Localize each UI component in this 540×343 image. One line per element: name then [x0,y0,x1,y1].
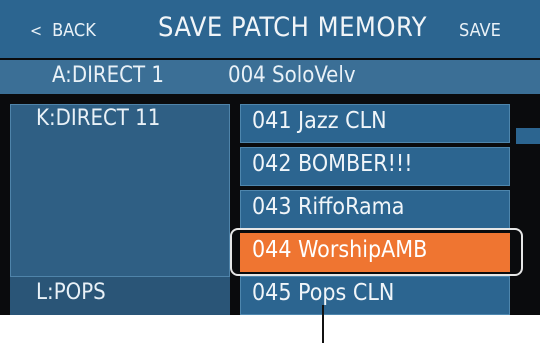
patch-item-043[interactable]: 043 RiffoRama [240,190,510,229]
selection-highlight [230,228,523,276]
header-bar: < BACK SAVE PATCH MEMORY SAVE [0,0,540,58]
bank-item-k[interactable]: K:DIRECT 11 [10,104,230,140]
current-patch-bar: A:DIRECT 1 004 SoloVelv [0,60,540,94]
callout-pointer-line [322,305,324,343]
chevron-left-icon: < [30,21,43,40]
patch-list: 041 Jazz CLN 042 BOMBER!!! 043 RiffoRama… [240,104,510,315]
save-button[interactable]: SAVE [459,20,501,41]
current-bank: A:DIRECT 1 [52,63,164,88]
scrollbar-thumb[interactable] [516,128,540,144]
patch-item-045[interactable]: 045 Pops CLN [240,276,510,315]
back-label: BACK [52,20,96,41]
page-title: SAVE PATCH MEMORY [158,12,427,43]
patch-item-042[interactable]: 042 BOMBER!!! [240,147,510,186]
current-patch: 004 SoloVelv [228,63,356,88]
back-button[interactable]: < BACK [30,20,96,41]
bank-item-l[interactable]: L:POPS [10,276,230,315]
patch-item-041[interactable]: 041 Jazz CLN [240,104,510,143]
